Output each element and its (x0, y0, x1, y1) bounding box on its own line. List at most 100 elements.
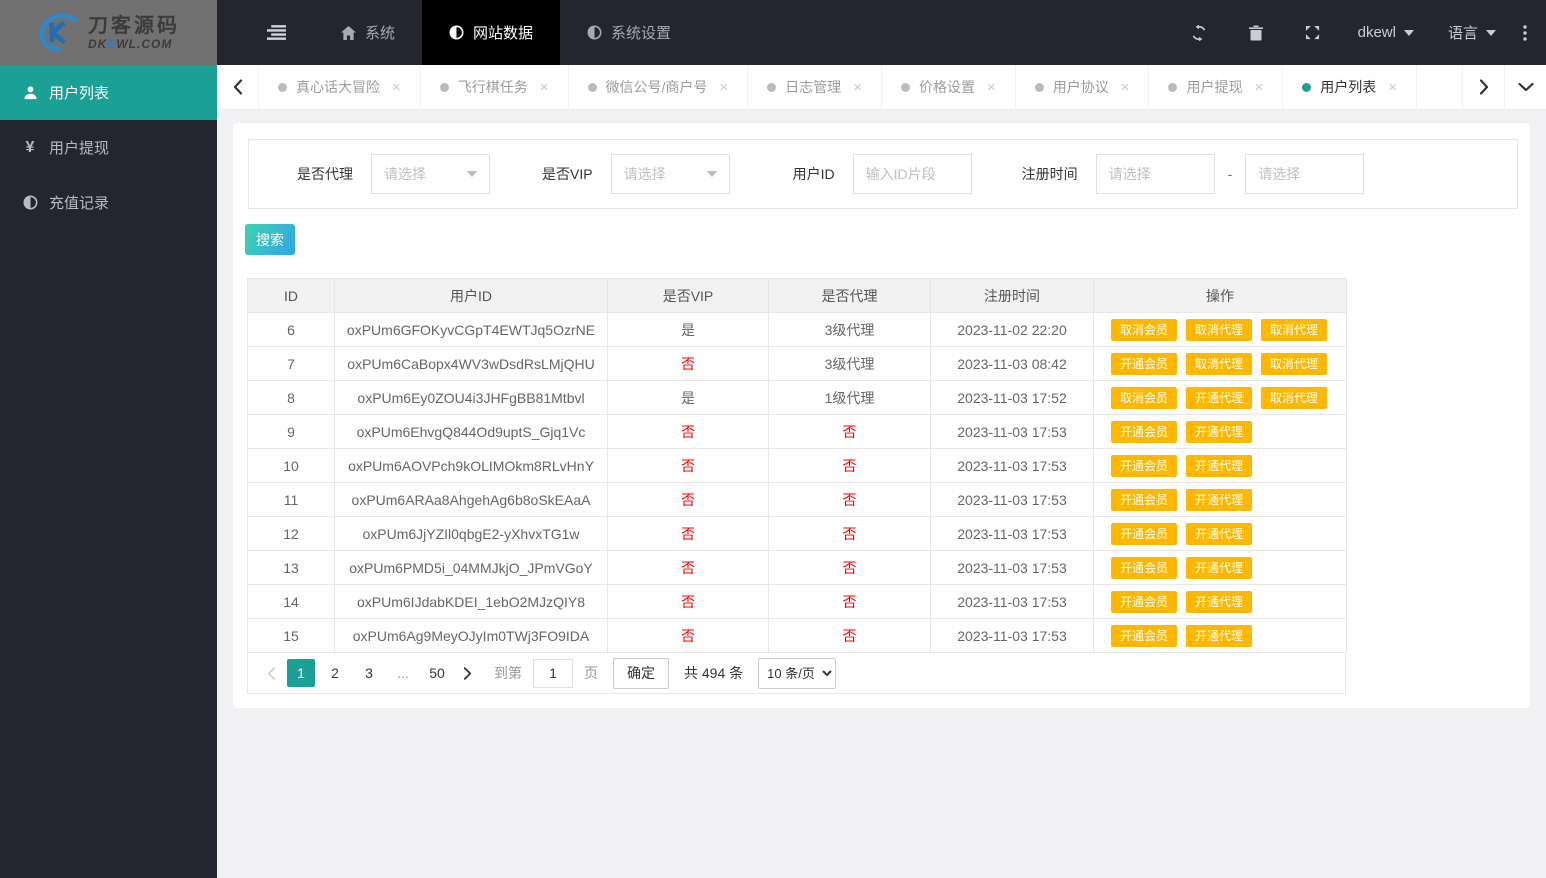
user-id-input[interactable] (852, 154, 972, 194)
sidebar-item-3[interactable]: 充值记录 (0, 175, 217, 230)
more-options-icon[interactable] (1513, 0, 1546, 65)
sidebar-toggle-icon[interactable] (239, 0, 314, 65)
action-button[interactable]: 取消代理 (1261, 318, 1328, 341)
table-row: 12 oxPUm6JjYZIl0qbgE2-yXhvxTG1w 否 否 2023… (247, 516, 1347, 551)
action-button[interactable]: 开通代理 (1186, 522, 1253, 545)
half-circle-icon (587, 25, 602, 40)
cell-reg-time: 2023-11-02 22:20 (930, 312, 1094, 347)
table-row: 10 oxPUm6AOVPch9kOLIMOkm8RLvHnY 否 否 2023… (247, 448, 1347, 483)
action-button[interactable]: 开通会员 (1111, 556, 1178, 579)
sidebar-item-1[interactable]: 用户列表 (0, 65, 217, 120)
search-button[interactable]: 搜索 (245, 224, 295, 255)
trash-icon[interactable] (1228, 0, 1284, 65)
action-button[interactable]: 开通代理 (1186, 590, 1253, 613)
action-button[interactable]: 开通会员 (1111, 420, 1178, 443)
tabs-scroll-left-icon[interactable] (217, 65, 259, 109)
tab[interactable]: 用户列表 × (1283, 65, 1418, 109)
tab-label: 飞行棋任务 (457, 79, 528, 95)
language-menu[interactable]: 语言 (1431, 0, 1513, 65)
tab[interactable]: 用户协议 × (1016, 65, 1150, 109)
action-button[interactable]: 开通会员 (1111, 352, 1178, 375)
action-button[interactable]: 取消代理 (1186, 352, 1253, 375)
cell-reg-time: 2023-11-03 17:52 (930, 380, 1094, 415)
filter-form: 是否代理 请选择 是否VIP 请选择 用户ID 注册时间 - (248, 139, 1518, 209)
action-button[interactable]: 开通会员 (1111, 454, 1178, 477)
topnav-item-1[interactable]: 系统 (314, 0, 422, 65)
table-row: 7 oxPUm6CaBopx4WV3wDsdRsLMjQHU 否 3级代理 20… (247, 346, 1347, 381)
tab[interactable]: 微信公号/商户号 × (569, 65, 749, 109)
page-number[interactable]: 2 (321, 659, 349, 687)
tab-close-icon[interactable]: × (1254, 79, 1263, 96)
tab-close-icon[interactable]: × (987, 79, 996, 96)
chevron-down-icon (1486, 29, 1496, 36)
action-button[interactable]: 取消代理 (1261, 386, 1328, 409)
goto-page-input[interactable] (533, 658, 573, 688)
tab-close-icon[interactable]: × (1121, 79, 1130, 96)
column-header: 是否VIP (607, 278, 769, 313)
reg-time-filter-label: 注册时间 (1021, 166, 1078, 182)
action-button[interactable]: 开通代理 (1186, 420, 1253, 443)
action-button[interactable]: 取消代理 (1261, 352, 1328, 375)
sidebar-item-2[interactable]: ¥ 用户提现 (0, 120, 217, 175)
prev-page-icon[interactable] (258, 666, 284, 680)
topnav-item-2[interactable]: 网站数据 (422, 0, 561, 65)
tab-label: 日志管理 (785, 79, 842, 95)
tab[interactable]: 真心话大冒险 × (259, 65, 421, 109)
cell-user-id: oxPUm6IJdabKDEI_1ebO2MJzQIY8 (334, 584, 608, 619)
cell-id: 11 (247, 482, 335, 517)
brand-subtitle-part: DK (88, 36, 108, 51)
tab[interactable]: 飞行棋任务 × (421, 65, 569, 109)
tab[interactable]: 日志管理 × (748, 65, 882, 109)
brand-logo-icon (39, 13, 78, 52)
action-button[interactable]: 开通会员 (1111, 624, 1178, 647)
page-number[interactable]: 3 (355, 659, 383, 687)
action-button[interactable]: 开通会员 (1111, 488, 1178, 511)
confirm-page-button[interactable]: 确定 (613, 657, 669, 689)
action-button[interactable]: 取消代理 (1186, 318, 1253, 341)
tab[interactable]: 用户提现 × (1149, 65, 1284, 109)
cell-user-id: oxPUm6ARAa8AhgehAg6b8oSkEAaA (334, 482, 608, 517)
tab[interactable]: 价格设置 × (882, 65, 1016, 109)
reg-time-start-input[interactable] (1095, 154, 1215, 194)
page-number[interactable]: 50 (423, 659, 451, 687)
tab-close-icon[interactable]: × (853, 79, 862, 96)
topnav-item-3[interactable]: 系统设置 (560, 0, 698, 65)
agent-filter-select[interactable]: 请选择 (371, 154, 490, 194)
action-button[interactable]: 开通代理 (1186, 488, 1253, 511)
tab-close-icon[interactable]: × (719, 79, 728, 96)
tab-close-icon[interactable]: × (540, 79, 549, 96)
action-button[interactable]: 取消会员 (1111, 318, 1178, 341)
action-button[interactable]: 开通代理 (1186, 624, 1253, 647)
vip-filter-select[interactable]: 请选择 (610, 154, 730, 194)
tab-close-icon[interactable]: × (1388, 79, 1397, 96)
tabs-scroll-right-icon[interactable] (1462, 65, 1504, 109)
action-button[interactable]: 取消会员 (1111, 386, 1178, 409)
brand-text: 刀客源码 DKEWL.COM (88, 15, 180, 51)
tab-label: 用户列表 (1320, 79, 1377, 95)
brand-logo[interactable]: 刀客源码 DKEWL.COM (0, 0, 217, 65)
action-button[interactable]: 开通会员 (1111, 522, 1178, 545)
sidebar: 用户列表 ¥ 用户提现 充值记录 (0, 65, 217, 878)
cell-actions: 开通会员 开通代理 (1093, 414, 1347, 449)
action-button[interactable]: 开通会员 (1111, 590, 1178, 613)
tab-close-icon[interactable]: × (392, 79, 401, 96)
page-number[interactable]: 1 (287, 659, 315, 687)
action-button[interactable]: 开通代理 (1186, 386, 1253, 409)
refresh-icon[interactable] (1170, 0, 1228, 65)
topnav-item-label: 系统 (365, 25, 396, 42)
cell-id: 6 (247, 312, 335, 347)
cell-user-id: oxPUm6EhvgQ844Od9uptS_Gjq1Vc (334, 414, 608, 449)
tabs-menu-icon[interactable] (1504, 65, 1546, 109)
cell-id: 12 (247, 516, 335, 551)
sidebar-item-label: 用户提现 (49, 140, 110, 157)
action-button[interactable]: 开通代理 (1186, 454, 1253, 477)
cell-reg-time: 2023-11-03 17:53 (930, 516, 1094, 551)
action-button[interactable]: 开通代理 (1186, 556, 1253, 579)
user-menu[interactable]: dkewl (1341, 0, 1431, 65)
reg-time-end-input[interactable] (1245, 154, 1365, 194)
next-page-icon[interactable] (454, 666, 480, 680)
cell-id: 9 (247, 414, 335, 449)
per-page-select[interactable]: 10 条/页 (758, 657, 837, 689)
tab-bar: 真心话大冒险 × 飞行棋任务 × 微信公号/商户号 × 日志管理 × 价格设置 … (217, 65, 1546, 110)
fullscreen-icon[interactable] (1284, 0, 1341, 65)
